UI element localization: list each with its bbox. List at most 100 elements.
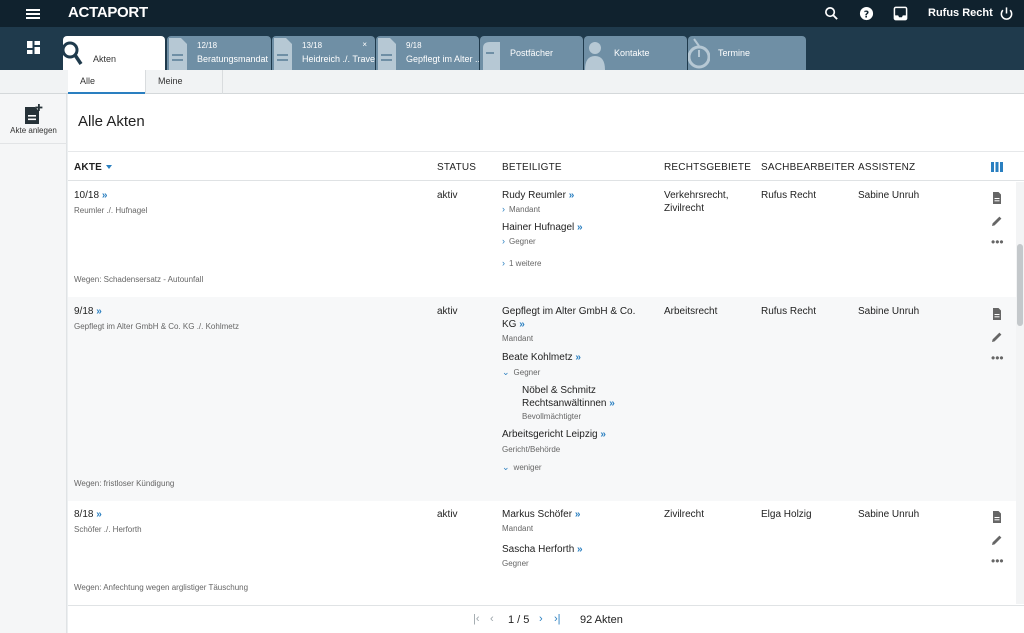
- akte-number-link[interactable]: 8/18 »: [74, 508, 102, 521]
- scrollbar-thumb[interactable]: [1017, 244, 1023, 326]
- edit-pencil-icon[interactable]: [991, 534, 1003, 546]
- more-options-icon[interactable]: •••: [991, 555, 1004, 567]
- document-icon[interactable]: [991, 308, 1003, 320]
- akte-title: Gepflegt im Alter GmbH & Co. KG ./. Kohl…: [74, 322, 239, 331]
- previous-page-button[interactable]: ‹: [490, 613, 494, 625]
- party-link[interactable]: Sascha Herforth »: [502, 543, 583, 556]
- document-icon[interactable]: [991, 192, 1003, 204]
- chevron-right-icon: ›: [502, 258, 505, 268]
- next-page-button[interactable]: ›: [539, 613, 543, 625]
- column-header-akte[interactable]: AKTE: [74, 162, 113, 173]
- tab-strip: Akten 12/18 Beratungsmandat 13/18 Heidre…: [0, 27, 1024, 70]
- user-name[interactable]: Rufus Recht: [928, 7, 993, 19]
- help-icon[interactable]: ?: [859, 6, 874, 21]
- left-sidebar: Akte anlegen: [0, 94, 67, 633]
- column-header-sachbearbeiter[interactable]: SACHBEARBEITER: [761, 162, 855, 173]
- akte-subject: Wegen: Schadensersatz - Autounfall: [74, 275, 204, 284]
- scrollbar[interactable]: [1016, 182, 1024, 604]
- party-role: Mandant: [502, 524, 534, 533]
- akte-subject: Wegen: fristloser Kündigung: [74, 479, 175, 488]
- table-row[interactable]: 10/18 » Reumler ./. Hufnagel aktiv Rudy …: [68, 182, 1016, 297]
- add-akte-button[interactable]: Akte anlegen: [0, 94, 67, 144]
- assistenz-value: Sabine Unruh: [858, 306, 920, 317]
- party-role[interactable]: › Gegner: [502, 236, 536, 246]
- edit-pencil-icon[interactable]: [991, 215, 1003, 227]
- search-icon[interactable]: [824, 6, 839, 21]
- svg-text:?: ?: [864, 9, 869, 20]
- rechtsgebiete-value: Arbeitsrecht: [664, 306, 718, 317]
- party-role-expanded[interactable]: ⌄ Gegner: [502, 367, 540, 378]
- party-link[interactable]: Arbeitsgericht Leipzig »: [502, 428, 606, 441]
- rechtsgebiete-value: Verkehrsrecht, Zivilrecht: [664, 190, 729, 214]
- top-bar: ACTAPORT ? Rufus Recht: [0, 0, 1024, 27]
- chevron-down-icon: ⌄: [502, 367, 510, 377]
- status-value: aktiv: [437, 190, 458, 201]
- column-header-assistenz[interactable]: ASSISTENZ: [858, 162, 915, 173]
- power-icon[interactable]: [999, 6, 1014, 21]
- sort-desc-icon: [106, 165, 113, 170]
- sub-tab-bar: Alle Meine: [0, 70, 1024, 94]
- first-page-button[interactable]: |‹: [473, 613, 480, 625]
- table-row[interactable]: 9/18 » Gepflegt im Alter GmbH & Co. KG .…: [68, 297, 1016, 501]
- akte-title: Schöfer ./. Herforth: [74, 525, 142, 534]
- column-header-rechtsgebiete[interactable]: RECHTSGEBIETE: [664, 162, 751, 173]
- more-options-icon[interactable]: •••: [991, 236, 1004, 248]
- chevron-down-icon: ⌄: [502, 462, 510, 472]
- tab-document-12-18[interactable]: 12/18 Beratungsmandat: [167, 36, 271, 70]
- party-link[interactable]: Markus Schöfer »: [502, 508, 580, 521]
- sachbearbeiter-value: Rufus Recht: [761, 190, 817, 201]
- column-header-status[interactable]: STATUS: [437, 162, 476, 173]
- document-icon: [169, 38, 187, 70]
- dashboard-icon[interactable]: [27, 41, 40, 54]
- party-link[interactable]: Hainer Hufnagel »: [502, 221, 583, 234]
- party-link[interactable]: Beate Kohlmetz »: [502, 351, 581, 364]
- show-more-parties[interactable]: › 1 weitere: [502, 258, 541, 268]
- tab-akten[interactable]: Akten: [63, 36, 165, 70]
- akten-table-body: 10/18 » Reumler ./. Hufnagel aktiv Rudy …: [68, 182, 1016, 603]
- mailbox-icon: [483, 42, 500, 70]
- tab-close-icon[interactable]: ×: [362, 40, 367, 49]
- party-role[interactable]: › Mandant: [502, 204, 540, 214]
- party-role: Gericht/Behörde: [502, 445, 561, 454]
- assistenz-value: Sabine Unruh: [858, 509, 920, 520]
- page-indicator: 1 / 5: [508, 614, 530, 626]
- main-content: Alle Akten AKTE STATUS BETEILIGTE RECHTS…: [68, 94, 1024, 633]
- last-page-button[interactable]: ›|: [554, 613, 561, 625]
- pagination-bar: |‹ ‹ 1 / 5 › ›| 92 Akten: [68, 605, 1024, 633]
- table-row[interactable]: 8/18 » Schöfer ./. Herforth aktiv Markus…: [68, 501, 1016, 603]
- tab-postfaecher[interactable]: Postfächer: [480, 36, 583, 70]
- total-count: 92 Akten: [580, 614, 623, 626]
- akte-title: Reumler ./. Hufnagel: [74, 206, 148, 215]
- tab-termine[interactable]: Termine: [688, 36, 806, 70]
- akte-number-link[interactable]: 10/18 »: [74, 189, 107, 202]
- party-link[interactable]: Nöbel & Schmitz Rechtsanwältinnen »: [522, 384, 615, 410]
- show-less-parties[interactable]: ⌄ weniger: [502, 462, 542, 473]
- party-link[interactable]: Rudy Reumler »: [502, 189, 574, 202]
- sachbearbeiter-value: Rufus Recht: [761, 306, 817, 317]
- party-role: Mandant: [502, 334, 534, 343]
- inbox-icon[interactable]: [893, 6, 908, 21]
- status-value: aktiv: [437, 306, 458, 317]
- tab-document-13-18[interactable]: 13/18 Heidreich ./. Trave... ×: [272, 36, 375, 70]
- chevron-right-icon: ›: [502, 236, 505, 246]
- subtab-meine[interactable]: Meine: [145, 70, 223, 94]
- column-settings-icon[interactable]: [991, 162, 1003, 172]
- table-header: AKTE STATUS BETEILIGTE RECHTSGEBIETE SAC…: [68, 151, 1024, 181]
- status-value: aktiv: [437, 509, 458, 520]
- party-link[interactable]: Gepflegt im Alter GmbH & Co. KG »: [502, 305, 635, 331]
- rechtsgebiete-value: Zivilrecht: [664, 509, 705, 520]
- subtab-alle[interactable]: Alle: [68, 70, 145, 94]
- more-options-icon[interactable]: •••: [991, 352, 1004, 364]
- document-icon: [274, 38, 292, 70]
- column-header-beteiligte[interactable]: BETEILIGTE: [502, 162, 562, 173]
- document-icon[interactable]: [991, 511, 1003, 523]
- edit-pencil-icon[interactable]: [991, 331, 1003, 343]
- page-title: Alle Akten: [78, 113, 145, 130]
- app-logo: ACTAPORT: [68, 4, 148, 21]
- tab-kontakte[interactable]: Kontakte: [584, 36, 687, 70]
- akte-number-link[interactable]: 9/18 »: [74, 305, 102, 318]
- tab-document-9-18[interactable]: 9/18 Gepflegt im Alter ...: [376, 36, 479, 70]
- hamburger-menu-icon[interactable]: [26, 7, 40, 19]
- akte-subject: Wegen: Anfechtung wegen arglistiger Täus…: [74, 583, 249, 592]
- contact-icon: [585, 42, 605, 70]
